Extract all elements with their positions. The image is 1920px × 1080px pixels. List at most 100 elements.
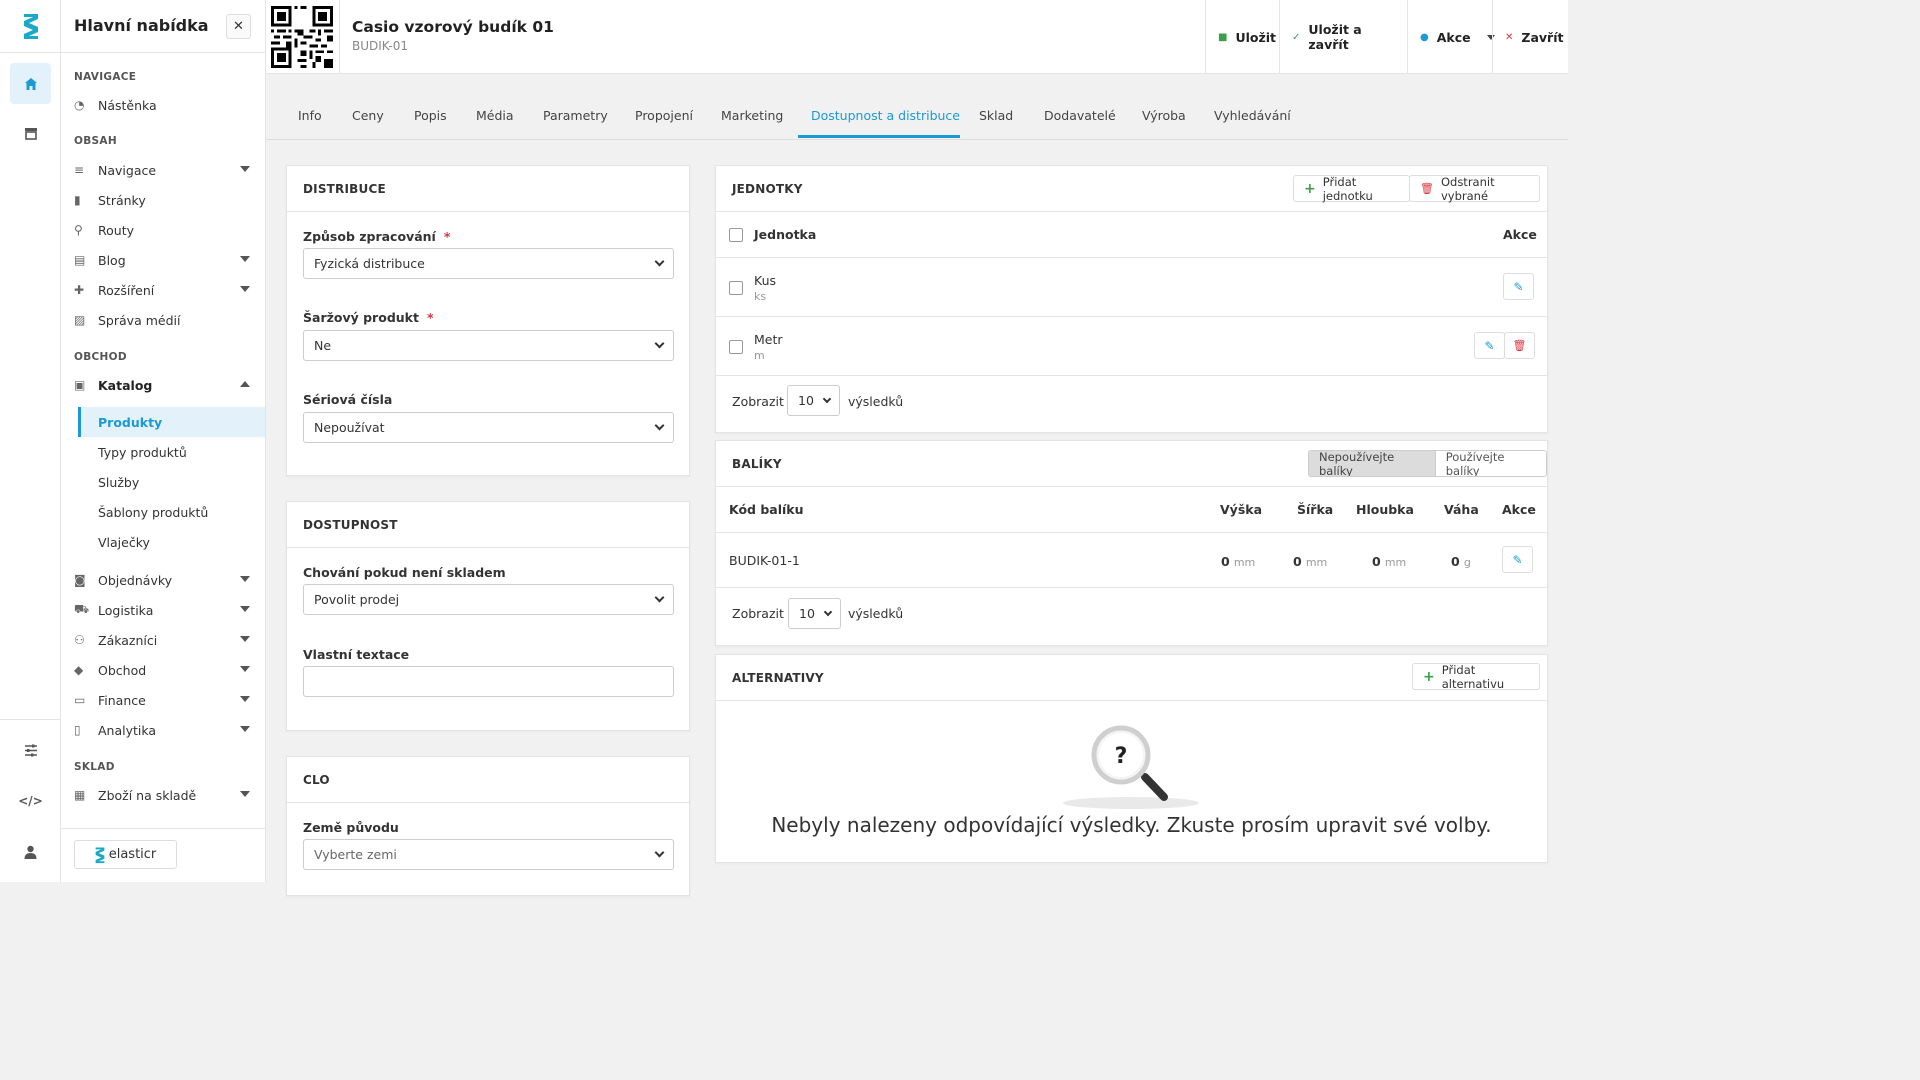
tab-dodavatele[interactable]: Dodavatelé <box>1044 108 1116 123</box>
select-value: Povolit prodej <box>314 592 400 607</box>
tab-vyroba[interactable]: Výroba <box>1142 108 1186 123</box>
edit-button[interactable]: ✎ <box>1474 332 1505 359</box>
zpusob-select[interactable]: Fyzická distribuce <box>303 248 674 279</box>
card-header: DISTRIBUCE <box>287 166 689 212</box>
menu-item-logistika[interactable]: ⛟ Logistika <box>74 597 264 623</box>
menu-item-zakaznici[interactable]: ⚇ Zákazníci <box>74 627 264 653</box>
edit-button[interactable]: ✎ <box>1503 273 1534 300</box>
home-icon[interactable] <box>10 63 51 104</box>
menu-item-obchod[interactable]: ◆ Obchod <box>74 657 264 683</box>
actions-dropdown[interactable]: ● Akce <box>1407 0 1495 74</box>
menu-item-katalog[interactable]: ▣ Katalog <box>74 372 264 398</box>
menu-item-label: Správa médií <box>98 312 181 328</box>
tab-propojeni[interactable]: Propojení <box>635 108 693 123</box>
unit-name: Metr <box>754 332 783 347</box>
row-checkbox[interactable] <box>729 281 743 295</box>
trash-icon: 🗑 <box>1512 339 1527 352</box>
remove-selected-button[interactable]: 🗑 Odstranit vybrané <box>1409 175 1540 203</box>
toggle-off-option[interactable]: Nepoužívejte balíky <box>1309 451 1436 476</box>
col-hloubka: Hloubka <box>1356 502 1414 517</box>
menu-item-label: Analytika <box>98 722 157 738</box>
close-button[interactable]: ✕ Zavřít <box>1492 0 1568 74</box>
dashboard-icon: ◔ <box>74 98 85 112</box>
tab-marketing[interactable]: Marketing <box>721 108 783 123</box>
tab-vyhledavani[interactable]: Vyhledávání <box>1214 108 1291 123</box>
menu-item-nastenka[interactable]: ◔ Nástěnka <box>74 92 264 118</box>
tab-dostupnost-distribuce[interactable]: Dostupnost a distribuce <box>811 108 960 123</box>
per-page-select[interactable]: 10 <box>787 385 840 416</box>
qr-code-icon[interactable] <box>271 6 333 68</box>
per-page-select[interactable]: 10 <box>788 598 841 629</box>
user-icon[interactable] <box>10 831 51 872</box>
menu-item-sprava-medii[interactable]: ▨ Správa médií <box>74 307 264 333</box>
tab-info[interactable]: Info <box>298 108 322 123</box>
select-all-checkbox[interactable] <box>729 228 743 242</box>
package-depth: 0 mm <box>1372 554 1407 569</box>
menu-item-blog[interactable]: ▤ Blog <box>74 247 264 273</box>
col-kod: Kód balíku <box>729 502 804 517</box>
main-menu: Hlavní nabídka ✕ NAVIGACE ◔ Nástěnka OBSA… <box>61 0 266 882</box>
col-vyska: Výška <box>1220 502 1263 517</box>
menu-item-objednavky[interactable]: ◙ Objednávky <box>74 567 264 593</box>
tab-media[interactable]: Média <box>476 108 514 123</box>
seriova-select[interactable]: Nepoužívat <box>303 412 674 443</box>
submenu-item-typy-produktu[interactable]: Typy produktů <box>78 437 265 467</box>
save-button[interactable]: ■ Uložit <box>1205 0 1280 74</box>
chevron-down-icon <box>823 607 833 617</box>
sarzovy-select[interactable]: Ne <box>303 330 674 361</box>
close-icon: ✕ <box>233 19 244 34</box>
delete-button[interactable]: 🗑 <box>1504 332 1535 359</box>
tab-parametry[interactable]: Parametry <box>543 108 608 123</box>
menu-item-stranky[interactable]: ▮ Stránky <box>74 187 264 213</box>
textace-input[interactable] <box>303 666 674 697</box>
menu-item-finance[interactable]: ▭ Finance <box>74 687 264 713</box>
tab-ceny[interactable]: Ceny <box>352 108 384 123</box>
sliders-icon[interactable] <box>10 730 51 771</box>
store-icon[interactable] <box>10 113 51 154</box>
package-toggle[interactable]: Nepoužívejte balíky Používejte balíky <box>1308 450 1547 477</box>
close-menu-button[interactable]: ✕ <box>226 14 251 39</box>
submenu-item-sablony-produktu[interactable]: Šablony produktů <box>78 497 265 527</box>
row-checkbox[interactable] <box>729 340 743 354</box>
card-title: ALTERNATIVY <box>732 671 824 685</box>
menu-item-routy[interactable]: ⚲ Routy <box>74 217 264 243</box>
images-icon: ▨ <box>74 313 86 327</box>
card-jednotky: JEDNOTKY + Přidat jednotku 🗑 Odstranit vyb… <box>715 165 1548 433</box>
chovani-select[interactable]: Povolit prodej <box>303 584 674 615</box>
select-value: 10 <box>798 393 814 408</box>
users-icon: ⚇ <box>74 633 85 647</box>
menu-item-zbozi-na-sklade[interactable]: ▦ Zboží na skladě <box>74 782 264 808</box>
select-value: Fyzická distribuce <box>314 256 425 271</box>
zeme-select[interactable]: Vyberte zemi <box>303 839 674 870</box>
menu-item-label: Obchod <box>98 662 147 678</box>
seriova-label: Sériová čísla <box>303 392 393 407</box>
select-value: Ne <box>314 338 332 353</box>
menu-item-analytika[interactable]: ▯ Analytika <box>74 717 264 743</box>
submenu-item-sluzby[interactable]: Služby <box>78 467 265 497</box>
select-value: 10 <box>799 606 815 621</box>
results-label: výsledků <box>848 394 904 409</box>
edit-button[interactable]: ✎ <box>1502 546 1533 573</box>
package-width: 0 mm <box>1293 554 1328 569</box>
tab-popis[interactable]: Popis <box>414 108 447 123</box>
pencil-icon: ✎ <box>1512 552 1523 567</box>
chevron-down-icon <box>240 286 250 292</box>
toggle-on-option[interactable]: Používejte balíky <box>1436 451 1546 476</box>
tab-sklad[interactable]: Sklad <box>979 108 1013 123</box>
report-icon: ▯ <box>74 723 81 737</box>
menu-item-navigace[interactable]: ≡ Navigace <box>74 157 264 183</box>
zeme-label: Země původu <box>303 820 399 835</box>
submenu-item-vlajecky[interactable]: Vlaječky <box>78 527 265 557</box>
add-alternative-button[interactable]: + Přidat alternativu <box>1412 663 1540 691</box>
menu-item-rozsireni[interactable]: ✚ Rozšíření <box>74 277 264 303</box>
app-logo[interactable] <box>0 0 61 52</box>
archive-icon: ▣ <box>74 378 86 392</box>
magnifier-empty-icon: ? <box>1063 725 1199 809</box>
code-icon[interactable]: </> <box>10 780 51 821</box>
add-unit-button[interactable]: + Přidat jednotku <box>1293 175 1410 203</box>
brand-badge[interactable]: elasticr <box>74 840 177 869</box>
submenu-item-produkty[interactable]: Produkty <box>78 407 265 437</box>
save-close-button[interactable]: ✓ Uložit a zavřít <box>1279 0 1408 74</box>
elasticr-logo-icon <box>95 847 105 863</box>
card-alternativy: ALTERNATIVY + Přidat alternativu ? Nebyly… <box>715 654 1548 863</box>
